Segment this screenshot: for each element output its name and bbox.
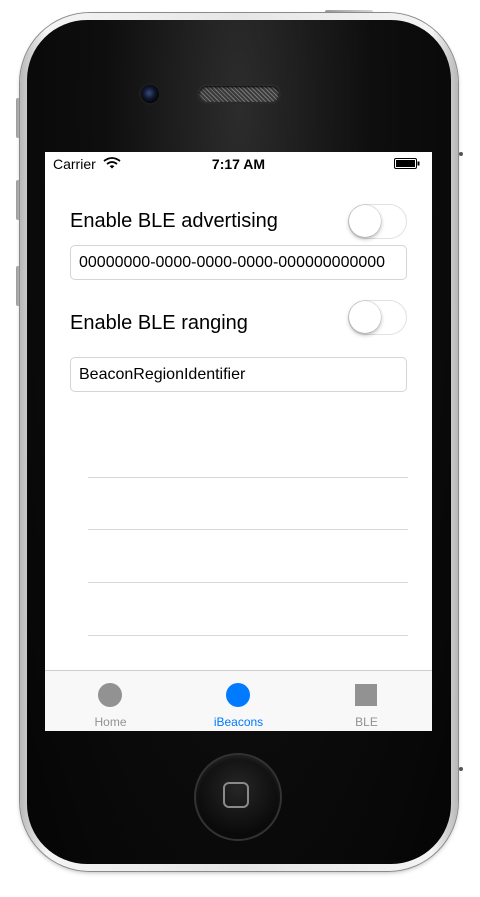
tab-ibeacons[interactable]: iBeacons: [174, 671, 303, 731]
tab-ble[interactable]: BLE: [302, 671, 431, 731]
app-screen: Carrier 7:17 AM Enable BLE advertising 0…: [45, 152, 432, 731]
advertising-toggle[interactable]: [348, 204, 407, 239]
ranging-toggle[interactable]: [348, 300, 407, 335]
enable-ranging-label: Enable BLE ranging: [70, 312, 248, 334]
tab-ble-label: BLE: [355, 715, 378, 729]
tab-home[interactable]: Home: [46, 671, 175, 731]
status-time: 7:17 AM: [211, 156, 266, 172]
table-row-separator: [88, 529, 408, 530]
front-camera-icon: [141, 85, 159, 103]
home-button[interactable]: [196, 755, 280, 839]
circle-icon: [226, 683, 250, 707]
toggle-knob: [349, 205, 381, 237]
table-row-separator: [88, 635, 408, 636]
beacon-uuid-field[interactable]: 00000000-0000-0000-0000-000000000000: [70, 245, 407, 280]
device-right-mark: [459, 152, 463, 156]
earpiece-speaker: [199, 86, 279, 102]
battery-icon: [394, 158, 420, 169]
status-bar: Carrier 7:17 AM: [45, 152, 432, 174]
tab-ibeacons-label: iBeacons: [213, 715, 264, 729]
device-right-mark-lower: [459, 767, 463, 771]
circle-icon: [98, 683, 122, 707]
tab-home-label: Home: [94, 715, 127, 729]
home-square-icon: [223, 782, 249, 808]
enable-advertising-label: Enable BLE advertising: [70, 210, 278, 232]
table-row-separator: [88, 582, 408, 583]
square-icon: [355, 684, 377, 706]
toggle-knob: [349, 301, 381, 333]
region-identifier-field[interactable]: BeaconRegionIdentifier: [70, 357, 407, 392]
tab-bar: Home iBeacons BLE: [45, 670, 432, 731]
table-row-separator: [88, 477, 408, 478]
